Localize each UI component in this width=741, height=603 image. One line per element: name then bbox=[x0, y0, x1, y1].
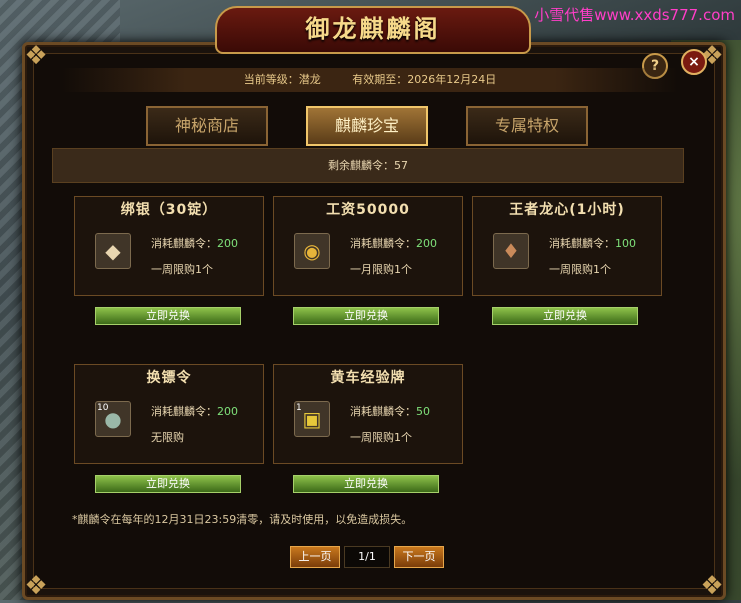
item-limit: 一周限购1个 bbox=[151, 263, 213, 276]
cost-label: 消耗麒麟令： bbox=[151, 405, 217, 418]
next-page-button[interactable]: 下一页 bbox=[394, 546, 444, 568]
close-button[interactable]: × bbox=[681, 49, 707, 75]
dragon-heart-icon[interactable]: ♦ bbox=[493, 233, 529, 269]
corner-ornament-icon: ❖ bbox=[24, 571, 48, 601]
tab-exclusive-privilege[interactable]: 专属特权 bbox=[466, 106, 588, 146]
item-cost: 消耗麒麟令：200 bbox=[151, 403, 238, 419]
corner-ornament-icon: ❖ bbox=[24, 41, 48, 71]
item-name: 换镖令 bbox=[146, 370, 192, 386]
cost-value: 200 bbox=[217, 405, 238, 418]
status-info-bar: 当前等级：潜龙 有效期至：2026年12月24日 bbox=[62, 68, 678, 92]
item-glyph: ♦ bbox=[502, 239, 520, 263]
cost-label: 消耗麒麟令： bbox=[350, 237, 416, 250]
page-indicator: 1/1 bbox=[344, 546, 390, 568]
redeem-button[interactable]: 立即兑换 bbox=[293, 307, 439, 325]
item-quantity: 1 bbox=[296, 403, 302, 413]
prev-page-button[interactable]: 上一页 bbox=[290, 546, 340, 568]
silver-ingot-icon[interactable]: ◆ bbox=[95, 233, 131, 269]
redeem-button[interactable]: 立即兑换 bbox=[95, 475, 241, 493]
item-name: 绑银（30锭） bbox=[120, 202, 218, 218]
tab-mystery-shop[interactable]: 神秘商店 bbox=[146, 106, 268, 146]
item-glyph: ◉ bbox=[303, 239, 321, 263]
redeem-button[interactable]: 立即兑换 bbox=[293, 475, 439, 493]
item-cost: 消耗麒麟令：50 bbox=[350, 403, 430, 419]
cost-label: 消耗麒麟令： bbox=[549, 237, 615, 250]
cost-value: 50 bbox=[416, 405, 430, 418]
footer-note: *麒麟令在每年的12月31日23:59清零，请及时使用，以免造成损失。 bbox=[72, 513, 413, 526]
item-card: 绑银（30锭） ◆ 消耗麒麟令：200 一周限购1个 bbox=[74, 196, 264, 296]
item-glyph: ◆ bbox=[105, 239, 121, 263]
tab-bar: 神秘商店 麒麟珍宝 专属特权 bbox=[140, 106, 602, 146]
item-quantity: 10 bbox=[97, 403, 109, 413]
item-card: 换镖令 ● 10 消耗麒麟令：200 无限购 bbox=[74, 364, 264, 464]
item-card: 王者龙心(1小时) ♦ 消耗麒麟令：100 一周限购1个 bbox=[472, 196, 662, 296]
expiry-date: 有效期至：2026年12月24日 bbox=[352, 73, 497, 86]
cost-value: 200 bbox=[217, 237, 238, 250]
corner-ornament-icon: ❖ bbox=[700, 571, 724, 601]
item-name: 工资50000 bbox=[326, 202, 410, 218]
cost-label: 消耗麒麟令： bbox=[350, 405, 416, 418]
cost-value: 100 bbox=[615, 237, 636, 250]
item-limit: 一月限购1个 bbox=[350, 263, 412, 276]
item-cost: 消耗麒麟令：200 bbox=[151, 235, 238, 251]
redeem-button[interactable]: 立即兑换 bbox=[492, 307, 638, 325]
window-title: 御龙麒麟阁 bbox=[305, 14, 441, 43]
item-cost: 消耗麒麟令：200 bbox=[350, 235, 437, 251]
item-limit: 一周限购1个 bbox=[549, 263, 611, 276]
item-card: 黄车经验牌 ▣ 1 消耗麒麟令：50 一周限购1个 bbox=[273, 364, 463, 464]
item-limit: 无限购 bbox=[151, 431, 184, 444]
gold-coin-stack-icon[interactable]: ◉ bbox=[294, 233, 330, 269]
remaining-tokens: 剩余麒麟令：57 bbox=[52, 148, 684, 183]
cost-value: 200 bbox=[416, 237, 437, 250]
item-glyph: ▣ bbox=[302, 407, 322, 431]
redeem-button[interactable]: 立即兑换 bbox=[95, 307, 241, 325]
item-card: 工资50000 ◉ 消耗麒麟令：200 一月限购1个 bbox=[273, 196, 463, 296]
cost-label: 消耗麒麟令： bbox=[151, 237, 217, 250]
item-limit: 一周限购1个 bbox=[350, 431, 412, 444]
item-name: 王者龙心(1小时) bbox=[509, 202, 625, 218]
window-title-plate: 御龙麒麟阁 bbox=[215, 6, 531, 54]
current-level: 当前等级：潜龙 bbox=[243, 73, 321, 86]
watermark-text: 小雪代售www.xxds777.com bbox=[534, 6, 735, 24]
tab-qilin-treasure[interactable]: 麒麟珍宝 bbox=[306, 106, 428, 146]
item-name: 黄车经验牌 bbox=[330, 370, 406, 386]
item-cost: 消耗麒麟令：100 bbox=[549, 235, 636, 251]
